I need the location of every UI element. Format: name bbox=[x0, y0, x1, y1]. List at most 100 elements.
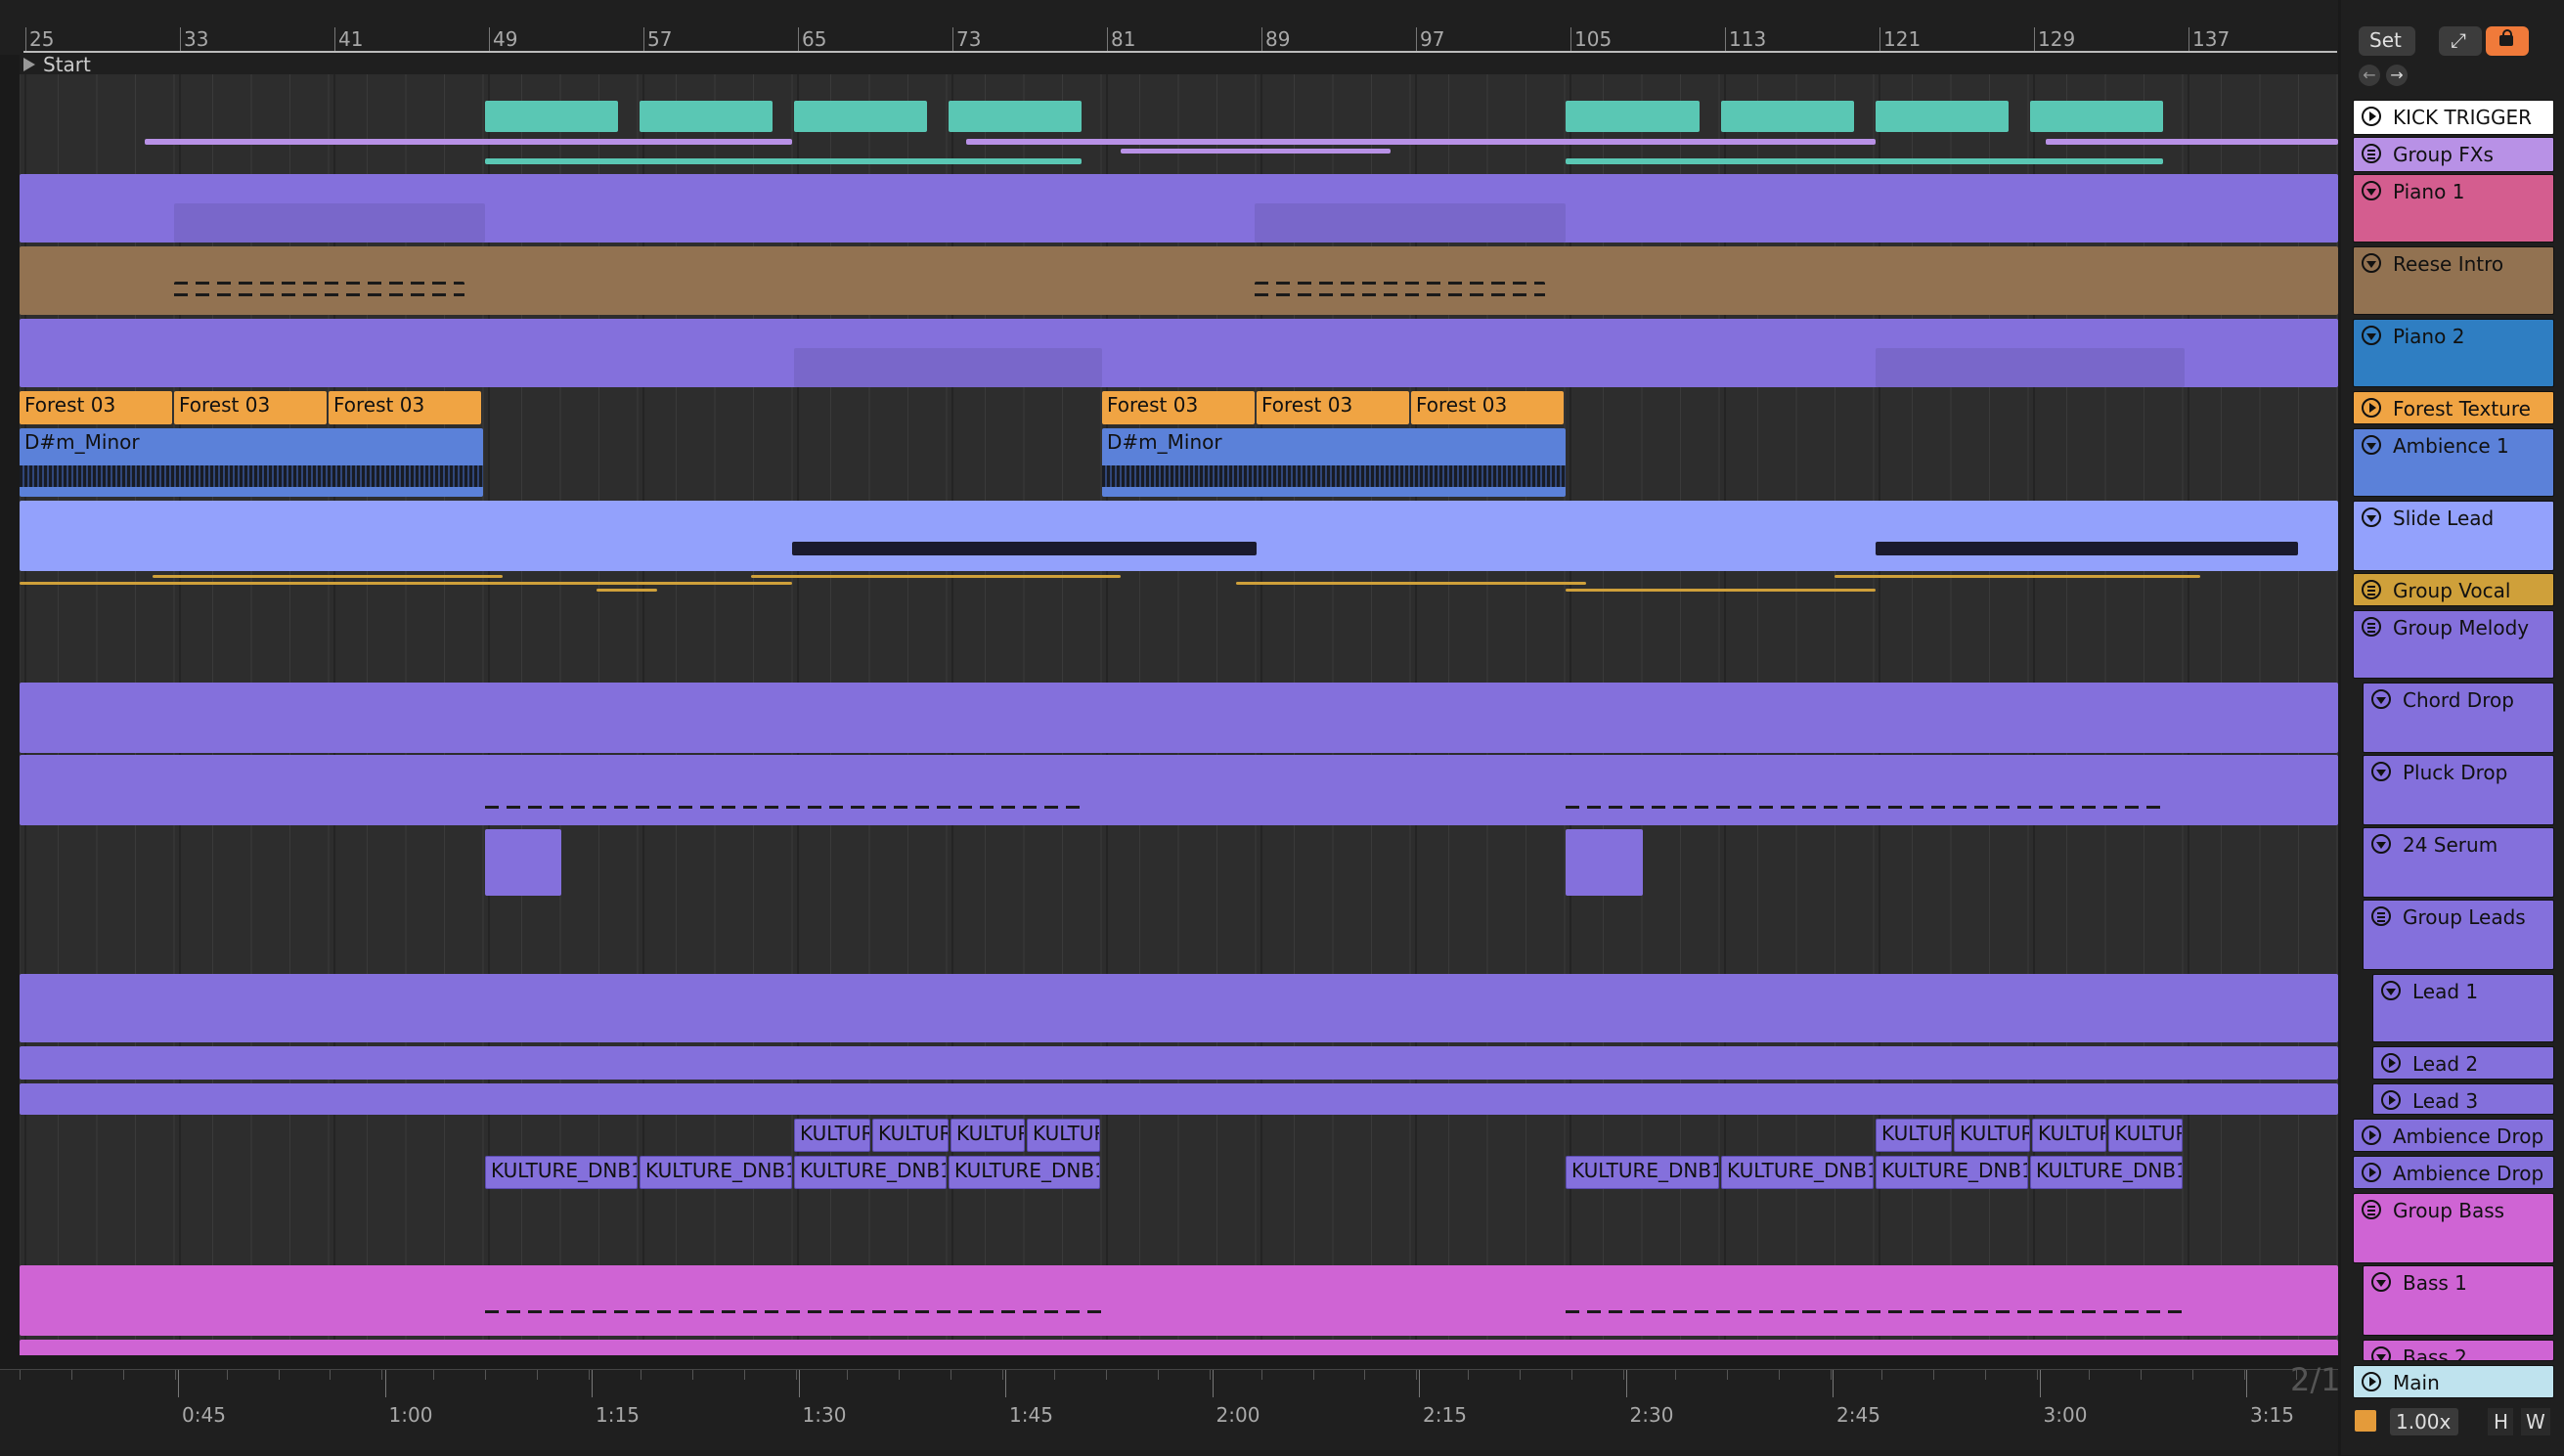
fx-automation[interactable] bbox=[145, 139, 792, 145]
forest-03-clip[interactable]: Forest 03 bbox=[1411, 391, 1564, 424]
kulture-dnb1-clip[interactable]: KULTURE_DNB1 bbox=[640, 1156, 792, 1189]
vocal-line[interactable] bbox=[751, 575, 1121, 578]
vocal-line[interactable] bbox=[1566, 589, 1876, 592]
kultur-clip[interactable]: KULTUR bbox=[1876, 1119, 1952, 1152]
track-header-kick-trigger[interactable]: KICK TRIGGER bbox=[2353, 100, 2554, 135]
lead-1-lane[interactable] bbox=[20, 974, 2338, 1042]
kick-clip[interactable] bbox=[949, 101, 1082, 132]
loop-brace[interactable]: Start bbox=[20, 53, 2338, 76]
kultur-clip[interactable]: KULTUR bbox=[950, 1119, 1025, 1152]
track-header-bass-1[interactable]: Bass 1 bbox=[2363, 1265, 2554, 1336]
w-toggle-button[interactable]: W bbox=[2521, 1408, 2550, 1435]
track-header-ambience-1[interactable]: Ambience 1 bbox=[2353, 428, 2554, 497]
kultur-clip[interactable]: KULTUR bbox=[1954, 1119, 2030, 1152]
fx-automation[interactable] bbox=[1566, 158, 2163, 164]
fold-triangle-icon[interactable] bbox=[2381, 981, 2401, 1000]
kulture-dnb1-clip[interactable]: KULTURE_DNB1 bbox=[2030, 1156, 2183, 1189]
kultur-clip[interactable]: KULTUR bbox=[794, 1119, 870, 1152]
track-header-reese-intro[interactable]: Reese Intro bbox=[2353, 246, 2554, 315]
kulture-dnb1-clip[interactable]: KULTURE_DNB1 bbox=[949, 1156, 1100, 1189]
kick-clip[interactable] bbox=[2030, 101, 2163, 132]
kultur-clip[interactable]: KULTUR bbox=[1027, 1119, 1100, 1152]
h-toggle-button[interactable]: H bbox=[2488, 1408, 2513, 1435]
fold-triangle-icon[interactable] bbox=[2362, 181, 2381, 200]
kultur-clip[interactable]: KULTUR bbox=[872, 1119, 949, 1152]
bass-2-lane[interactable] bbox=[20, 1340, 2338, 1355]
serum-clip[interactable] bbox=[485, 829, 561, 896]
slide-lead-lane[interactable] bbox=[20, 501, 2338, 571]
kick-clip[interactable] bbox=[1566, 101, 1700, 132]
kick-clip[interactable] bbox=[1721, 101, 1854, 132]
track-header-24-serum[interactable]: 24 Serum bbox=[2363, 827, 2554, 898]
fold-triangle-icon[interactable] bbox=[2371, 1346, 2391, 1360]
bass-notes[interactable] bbox=[1566, 1301, 2185, 1330]
kick-clip[interactable] bbox=[1876, 101, 2009, 132]
bar-ruler[interactable]: 25 33 41 49 57 65 73 81 89 97 105 113 121 129 137 bbox=[0, 0, 2338, 55]
time-ruler[interactable]: 0:45 1:00 1:15 1:30 1:45 2:00 2:15 2:30 2:45 3:00… bbox=[0, 1369, 2338, 1456]
forest-03-clip[interactable]: Forest 03 bbox=[20, 391, 172, 424]
reese-notes[interactable] bbox=[174, 282, 464, 315]
track-header-lead-3[interactable]: Lead 3 bbox=[2372, 1083, 2554, 1115]
track-header-group-leads[interactable]: Group Leads bbox=[2363, 900, 2554, 970]
group-icon[interactable] bbox=[2362, 580, 2381, 599]
piano-2-clip[interactable] bbox=[794, 348, 1102, 387]
track-header-piano-2[interactable]: Piano 2 bbox=[2353, 319, 2554, 387]
track-header-ambience-drop[interactable]: Ambience Drop bbox=[2353, 1156, 2554, 1189]
piano-2-clip[interactable] bbox=[1876, 348, 2185, 387]
group-icon[interactable] bbox=[2362, 144, 2381, 163]
play-icon[interactable] bbox=[2362, 107, 2381, 126]
fold-triangle-icon[interactable] bbox=[2371, 834, 2391, 854]
play-icon[interactable] bbox=[2362, 1163, 2381, 1182]
d-minor-clip[interactable]: D#m_Minor bbox=[20, 428, 483, 497]
kick-clip[interactable] bbox=[485, 101, 618, 132]
play-icon[interactable] bbox=[2381, 1090, 2401, 1110]
set-button[interactable]: Set bbox=[2359, 26, 2415, 56]
group-icon[interactable] bbox=[2371, 906, 2391, 926]
track-header-main[interactable]: Main bbox=[2353, 1365, 2554, 1398]
bass-notes[interactable] bbox=[485, 1301, 1102, 1330]
kick-clip[interactable] bbox=[794, 101, 927, 132]
forward-arrow-icon[interactable]: → bbox=[2386, 65, 2408, 86]
group-icon[interactable] bbox=[2362, 1200, 2381, 1219]
vocal-line[interactable] bbox=[1236, 582, 1586, 585]
track-header-lead-2[interactable]: Lead 2 bbox=[2372, 1046, 2554, 1080]
fold-triangle-icon[interactable] bbox=[2371, 1272, 2391, 1292]
fx-automation[interactable] bbox=[485, 158, 1082, 164]
kulture-dnb1-clip[interactable]: KULTURE_DNB1 bbox=[794, 1156, 947, 1189]
pluck-notes[interactable] bbox=[485, 790, 1082, 817]
play-icon[interactable] bbox=[2362, 1125, 2381, 1145]
lead-3-lane[interactable] bbox=[20, 1083, 2338, 1115]
arrangement-view[interactable]: Forest 03 Forest 03 Forest 03 Forest 03 Fore… bbox=[20, 74, 2338, 1355]
cpu-meter-icon[interactable] bbox=[2355, 1410, 2376, 1432]
play-icon[interactable] bbox=[2362, 398, 2381, 418]
kultur-clip[interactable]: KULTUR bbox=[2032, 1119, 2106, 1152]
zoom-display[interactable]: 1.00x bbox=[2390, 1408, 2458, 1435]
track-header-group-fxs[interactable]: Group FXs bbox=[2353, 137, 2554, 172]
piano-1-clip[interactable] bbox=[1255, 203, 1566, 243]
fold-triangle-icon[interactable] bbox=[2362, 326, 2381, 345]
serum-clip[interactable] bbox=[1566, 829, 1643, 896]
fold-triangle-icon[interactable] bbox=[2362, 435, 2381, 455]
track-header-bass-2[interactable]: Bass 2 bbox=[2363, 1340, 2554, 1361]
track-header-group-melody[interactable]: Group Melody bbox=[2353, 610, 2554, 679]
lock-button[interactable] bbox=[2486, 26, 2529, 56]
track-header-chord-drop[interactable]: Chord Drop bbox=[2363, 683, 2554, 753]
fold-triangle-icon[interactable] bbox=[2362, 507, 2381, 527]
forest-03-clip[interactable]: Forest 03 bbox=[174, 391, 327, 424]
lead-2-lane[interactable] bbox=[20, 1046, 2338, 1080]
kick-clip[interactable] bbox=[640, 101, 773, 132]
slide-lead-notes[interactable] bbox=[1876, 542, 2298, 555]
forest-03-clip[interactable]: Forest 03 bbox=[1102, 391, 1255, 424]
track-header-forest-texture[interactable]: Forest Texture bbox=[2353, 391, 2554, 424]
forest-03-clip[interactable]: Forest 03 bbox=[1257, 391, 1409, 424]
chord-drop-lane[interactable] bbox=[20, 683, 2338, 753]
vocal-line[interactable] bbox=[1835, 575, 2200, 578]
group-icon[interactable] bbox=[2362, 617, 2381, 637]
vocal-line[interactable] bbox=[20, 582, 792, 585]
vocal-line[interactable] bbox=[597, 589, 657, 592]
reese-notes[interactable] bbox=[1255, 282, 1545, 315]
track-header-group-vocal[interactable]: Group Vocal bbox=[2353, 573, 2554, 606]
track-header-group-bass[interactable]: Group Bass bbox=[2353, 1193, 2554, 1263]
play-icon[interactable] bbox=[2381, 1053, 2401, 1073]
kulture-dnb1-clip[interactable]: KULTURE_DNB1 bbox=[1566, 1156, 1719, 1189]
